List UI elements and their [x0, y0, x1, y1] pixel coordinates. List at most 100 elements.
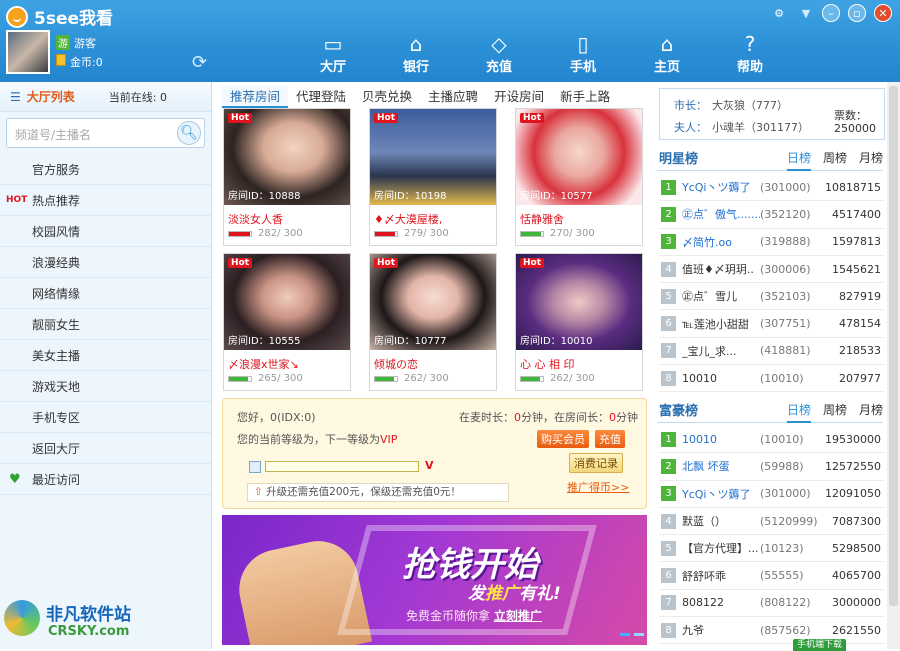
nav-recharge-button[interactable]: ◇ 充值 — [469, 32, 529, 75]
room-name[interactable]: ♦〆大漠屋楼, — [374, 211, 442, 227]
nav-help-button[interactable]: ? 帮助 — [720, 32, 780, 75]
rank-row[interactable]: 1 YcQⅰ丶ツ薅了 (301000) 10818715 — [659, 174, 885, 202]
room-name[interactable]: 心 心 相 印 — [520, 356, 575, 372]
nav-bank-button[interactable]: ⌂ 银行 — [386, 32, 446, 75]
rank-row[interactable]: 8 九爷 (857562) 2621550 — [659, 617, 885, 645]
room-card[interactable]: Hot 房间ID：10577 恬静雅舍 270/ 300 — [515, 108, 643, 246]
sidebar-item-official[interactable]: 官方服务 — [0, 154, 211, 185]
nav-hall-button[interactable]: ▭ 大厅 — [303, 32, 363, 75]
rank-name[interactable]: 舒舒吥乖 — [682, 568, 760, 584]
sidebar-item-mobile[interactable]: 手机专区 — [0, 402, 211, 433]
tab-rich-daily[interactable]: 日榜 — [786, 397, 811, 423]
buy-vip-button[interactable]: 购买会员 — [537, 430, 589, 448]
rank-row[interactable]: 3 YcQⅰ丶ツ薅了 (301000) 12091050 — [659, 481, 885, 508]
tab-star-daily[interactable]: 日榜 — [786, 145, 811, 171]
scrollbar-thumb[interactable] — [889, 86, 898, 606]
sidebar-item-recent[interactable]: ♥ 最近访问 — [0, 464, 211, 495]
tab-anchor-apply[interactable]: 主播应聘 — [420, 86, 486, 108]
search-icon[interactable]: 🔍︎ — [177, 121, 201, 145]
tab-rich-monthly[interactable]: 月榜 — [859, 397, 883, 423]
banner-indicator[interactable] — [620, 633, 630, 636]
close-button[interactable]: ✕ — [874, 4, 892, 22]
list-icon: ☰ — [10, 89, 21, 104]
rank-value: 2621550 — [832, 623, 881, 637]
sidebar-item-romance[interactable]: 浪漫经典 — [0, 247, 211, 278]
tab-rich-weekly[interactable]: 周榜 — [823, 397, 847, 423]
room-name[interactable]: 〆浪漫ⅹ世家↘ — [228, 356, 299, 372]
rank-row[interactable]: 7 _宝儿_求... (418881) 218533 — [659, 338, 885, 366]
rank-row[interactable]: 1 10010 (10010) 19530000 — [659, 426, 885, 454]
rank-name[interactable]: 值班♦〆玥玥.. — [682, 261, 760, 277]
rank-name[interactable]: 九爷 — [682, 622, 760, 638]
dropdown-arrow-icon[interactable]: ▼ — [797, 4, 815, 22]
maximize-button[interactable]: ▫ — [848, 4, 866, 22]
rank-name[interactable]: ℡莲池小甜甜 — [682, 316, 760, 332]
leader-value[interactable]: 大灰狼（777） — [712, 97, 788, 113]
rank-row[interactable]: 6 舒舒吥乖 (55555) 4065700 — [659, 562, 885, 590]
rank-name[interactable]: 默蓝（） — [682, 513, 760, 529]
promote-link[interactable]: 推广得币>> — [567, 479, 629, 495]
nav-mobile-button[interactable]: ▯ 手机 — [553, 32, 613, 75]
consume-records-button[interactable]: 消费记录 — [569, 453, 623, 473]
tab-beginner[interactable]: 新手上路 — [552, 86, 618, 108]
promo-banner[interactable]: 抢钱开始 发推广有礼! 免费金币随你拿 立刻推广 — [222, 515, 647, 645]
monitor-icon: ▭ — [323, 32, 343, 56]
rank-row[interactable]: 3 〆简竹.oo (319888) 1597813 — [659, 229, 885, 256]
tab-recommended[interactable]: 推荐房间 — [222, 86, 289, 108]
minimize-button[interactable]: – — [822, 4, 840, 22]
rank-name[interactable]: 【官方代理】... — [682, 540, 760, 556]
sidebar-item-games[interactable]: 游戏天地 — [0, 371, 211, 402]
rank-row[interactable]: 4 默蓝（） (5120999) 7087300 — [659, 508, 885, 536]
sidebar-item-anchors[interactable]: 美女主播 — [0, 340, 211, 371]
sidebar-item-girls[interactable]: 靓丽女生 — [0, 309, 211, 340]
room-card[interactable]: Hot 房间ID：10555 〆浪漫ⅹ世家↘ 265/ 300 — [223, 253, 351, 391]
rank-row[interactable]: 5 【官方代理】... (10123) 5298500 — [659, 535, 885, 563]
rank-name[interactable]: YcQⅰ丶ツ薅了 — [682, 179, 760, 195]
tab-shell-exchange[interactable]: 贝壳兑换 — [354, 86, 420, 108]
room-card[interactable]: Hot 房间ID：10010 心 心 相 印 262/ 300 — [515, 253, 643, 391]
rank-name[interactable]: ㊣点゛傲气....... — [682, 206, 760, 222]
tab-agent-login[interactable]: 代理登陆 — [288, 86, 354, 108]
rank-row[interactable]: 6 ℡莲池小甜甜 (307751) 478154 — [659, 310, 885, 338]
rank-name[interactable]: _宝儿_求... — [682, 343, 760, 359]
rank-row[interactable]: 2 ㊣点゛傲气....... (352120) 4517400 — [659, 201, 885, 229]
room-name[interactable]: 倾城の恋 — [374, 356, 418, 372]
rank-name[interactable]: 〆简竹.oo — [682, 234, 760, 250]
room-card[interactable]: Hot 房间ID：10198 ♦〆大漠屋楼, 279/ 300 — [369, 108, 497, 246]
sidebar-item-online-love[interactable]: 网络情缘 — [0, 278, 211, 309]
tab-open-room[interactable]: 开设房间 — [486, 86, 552, 108]
scrollbar[interactable] — [887, 82, 900, 649]
rank-name[interactable]: 808122 — [682, 596, 760, 609]
rank-row[interactable]: 7 808122 (808122) 3000000 — [659, 590, 885, 618]
channel-search-input[interactable]: 频道号/主播名 🔍︎ — [6, 118, 205, 148]
sidebar-item-hot[interactable]: HOT 热点推荐 — [0, 185, 211, 216]
sidebar-item-back-hall[interactable]: 返回大厅 — [0, 433, 211, 464]
room-name[interactable]: 淡淡女人香 — [228, 211, 283, 227]
rank-row[interactable]: 2 北飘 坏蛋 (59988) 12572550 — [659, 453, 885, 481]
bank-icon: ⌂ — [409, 32, 423, 56]
rank-name[interactable]: 10010 — [682, 372, 760, 385]
nav-home-button[interactable]: ⌂ 主页 — [637, 32, 697, 75]
banner-indicator[interactable] — [634, 633, 644, 636]
settings-gear-icon[interactable]: ⚙ — [770, 4, 788, 22]
rank-name[interactable]: 10010 — [682, 433, 760, 446]
occupancy-bar — [520, 376, 544, 382]
room-card[interactable]: Hot 房间ID：10777 倾城の恋 262/ 300 — [369, 253, 497, 391]
user-avatar[interactable] — [6, 30, 50, 74]
rank-row[interactable]: 4 值班♦〆玥玥.. (300006) 1545621 — [659, 256, 885, 284]
rank-row[interactable]: 8 10010 (10010) 207977 — [659, 365, 885, 393]
mobile-download-button[interactable]: 手机端下载 — [793, 639, 847, 651]
tab-star-monthly[interactable]: 月榜 — [859, 145, 883, 171]
sidebar-item-campus[interactable]: 校园风情 — [0, 216, 211, 247]
occupancy-count: 262/ 300 — [550, 373, 595, 384]
refresh-icon[interactable]: ⟳ — [192, 52, 207, 73]
rank-row[interactable]: 5 ㊣点゛雪儿 (352103) 827919 — [659, 283, 885, 311]
rank-name[interactable]: YcQⅰ丶ツ薅了 — [682, 486, 760, 502]
lady-value[interactable]: 小魂羊（301177） — [712, 119, 809, 135]
tab-star-weekly[interactable]: 周榜 — [823, 145, 847, 171]
rank-name[interactable]: ㊣点゛雪儿 — [682, 288, 760, 304]
rank-name[interactable]: 北飘 坏蛋 — [682, 458, 760, 474]
room-name[interactable]: 恬静雅舍 — [520, 211, 564, 227]
recharge-button[interactable]: 充值 — [595, 430, 625, 448]
room-card[interactable]: Hot 房间ID：10888 淡淡女人香 282/ 300 — [223, 108, 351, 246]
